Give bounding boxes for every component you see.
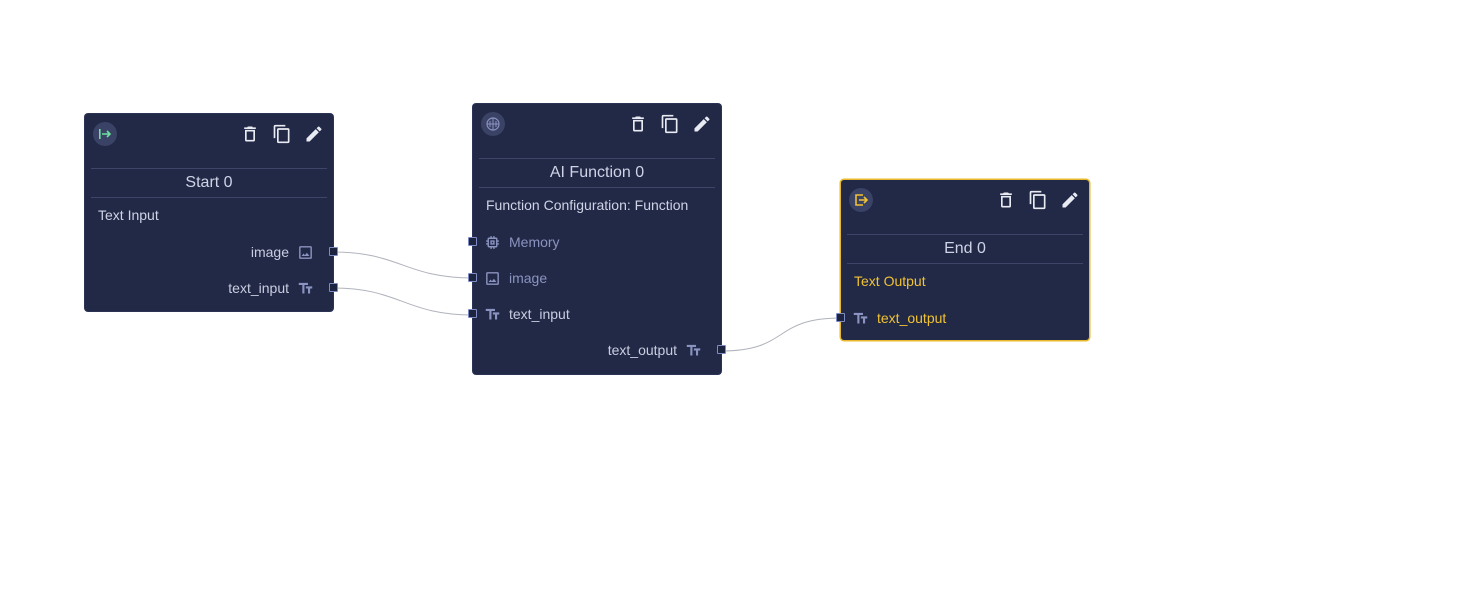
image-icon (484, 270, 501, 287)
delete-button[interactable] (627, 112, 649, 136)
image-icon (297, 244, 314, 261)
input-row-memory: Memory (468, 224, 721, 260)
input-label: text_input (509, 306, 570, 322)
output-row-text-input: text_input (85, 270, 338, 306)
input-row-text-input: text_input (468, 296, 721, 332)
copy-icon (1029, 190, 1046, 210)
input-handle-image[interactable] (468, 273, 477, 282)
entry-arrow-icon (93, 122, 117, 146)
output-handle-image[interactable] (329, 247, 338, 256)
duplicate-button[interactable] (271, 122, 293, 146)
output-handle-text-input[interactable] (329, 283, 338, 292)
output-label: image (250, 244, 289, 260)
duplicate-button[interactable] (1027, 188, 1049, 212)
node-title: End 0 (944, 240, 986, 257)
text-type-icon (685, 342, 702, 359)
input-handle-memory[interactable] (468, 237, 477, 246)
chip-icon (484, 234, 501, 251)
text-type-icon (297, 280, 314, 297)
exit-icon (849, 188, 873, 212)
pencil-icon (694, 116, 710, 132)
input-handle-text-output[interactable] (836, 313, 845, 322)
input-row-image: image (468, 260, 721, 296)
pencil-icon (1062, 192, 1078, 208)
pencil-icon (306, 126, 322, 142)
duplicate-button[interactable] (659, 112, 681, 136)
output-row-text-output: text_output (473, 332, 726, 368)
node-description: Text Input (98, 207, 159, 223)
flow-canvas[interactable]: Start 0 Text Input image text_input AI F… (0, 0, 1470, 610)
input-label: image (509, 270, 548, 286)
edit-button[interactable] (1059, 188, 1081, 212)
node-title: Start 0 (185, 174, 233, 191)
node-title: AI Function 0 (549, 164, 645, 181)
trash-icon (632, 116, 644, 132)
brain-icon (481, 112, 505, 136)
input-label: text_output (877, 310, 947, 326)
edit-button[interactable] (691, 112, 713, 136)
copy-icon (661, 114, 678, 134)
copy-icon (273, 124, 290, 144)
output-label: text_input (228, 280, 289, 296)
output-handle-text-output[interactable] (717, 345, 726, 354)
text-type-icon (484, 306, 501, 323)
output-label: text_output (607, 342, 677, 358)
input-label: Memory (509, 234, 560, 250)
input-row-text-output: text_output (836, 300, 1089, 336)
edge-start-text-to-ai-text[interactable] (332, 287, 474, 316)
input-handle-text-input[interactable] (468, 309, 477, 318)
delete-button[interactable] (239, 122, 261, 146)
edit-button[interactable] (303, 122, 325, 146)
edge-ai-text-to-end-text[interactable] (720, 317, 842, 352)
node-description: Function Configuration: Function (486, 197, 689, 213)
output-row-image: image (85, 234, 338, 270)
delete-button[interactable] (995, 188, 1017, 212)
trash-icon (1000, 192, 1012, 208)
node-description: Text Output (854, 273, 926, 289)
start-node[interactable]: Start 0 Text Input image text_input (85, 114, 338, 311)
end-node[interactable]: End 0 Text Output text_output (836, 180, 1089, 340)
text-type-icon (852, 310, 869, 327)
edge-start-image-to-ai-image[interactable] (332, 251, 474, 279)
ai-function-node[interactable]: AI Function 0 Function Configuration: Fu… (468, 104, 726, 374)
trash-icon (244, 126, 256, 142)
